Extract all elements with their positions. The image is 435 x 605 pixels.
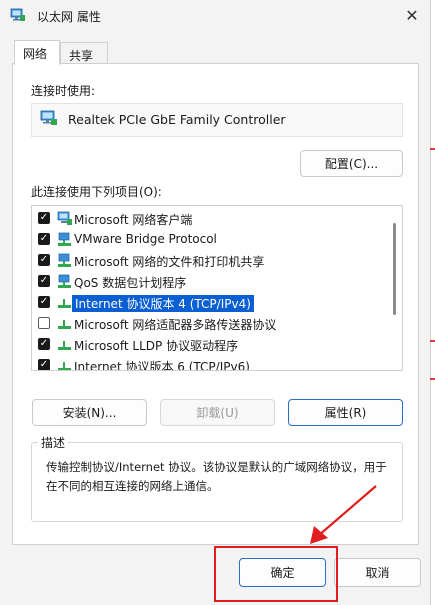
desktop-edge [430,0,435,605]
network-client-icon [57,211,72,225]
tab-sharing-label: 共享 [69,49,94,63]
edge-marker [430,378,435,380]
tab-network-label: 网络 [23,47,48,61]
protocol-icon [58,341,71,350]
item-checkbox[interactable] [38,317,50,329]
description-title: 描述 [38,434,69,451]
protocol-icon [58,299,71,308]
item-checkbox[interactable] [38,212,50,224]
annotation-arrow-icon [310,485,377,544]
edge-marker [430,340,435,342]
cancel-button[interactable]: 取消 [334,558,421,587]
item-label: Microsoft 网络适配器多路传送器协议 [74,318,277,332]
item-checkbox[interactable] [38,254,50,266]
window-title: 以太网 属性 [37,10,101,24]
list-item[interactable]: QoS 数据包计划程序 [32,271,394,292]
item-checkbox[interactable] [38,296,50,308]
list-item[interactable]: Microsoft 网络的文件和打印机共享 [32,250,394,271]
list-scrollbar[interactable] [393,223,396,315]
connect-using-label: 连接时使用: [31,84,96,98]
item-label: Internet 协议版本 6 (TCP/IPv6) [74,360,250,371]
item-label: Internet 协议版本 4 (TCP/IPv4) [72,295,254,312]
item-label: Microsoft 网络客户端 [74,213,193,227]
network-service-icon [58,274,71,288]
item-label: Microsoft 网络的文件和打印机共享 [74,255,265,269]
item-label: VMware Bridge Protocol [74,232,217,246]
network-service-icon [58,253,71,267]
tab-network[interactable]: 网络 [14,40,60,65]
properties-button[interactable]: 属性(R) [288,399,403,426]
list-item[interactable]: VMware Bridge Protocol [32,229,394,250]
item-checkbox[interactable] [38,233,50,245]
network-service-icon [58,232,71,246]
item-label: Microsoft LLDP 协议驱动程序 [74,339,239,353]
connection-items-list[interactable]: Microsoft 网络客户端 VMware Bridge Protocol M… [31,205,403,371]
network-adapter-icon [10,8,25,21]
list-item-selected[interactable]: Internet 协议版本 4 (TCP/IPv4) [32,292,394,313]
item-checkbox[interactable] [38,275,50,287]
item-checkbox[interactable] [38,338,50,350]
configure-button[interactable]: 配置(C)... [300,150,403,177]
protocol-icon [58,362,71,370]
adapter-name: Realtek PCIe GbE Family Controller [68,112,286,127]
network-adapter-icon [40,110,57,125]
annotation-highlight-box [214,546,338,602]
edge-marker [430,148,435,150]
item-checkbox[interactable] [38,359,50,370]
items-label: 此连接使用下列项目(O): [31,185,162,199]
tab-sharing[interactable]: 共享 [60,42,108,64]
close-button[interactable]: ✕ [398,2,426,28]
close-icon: ✕ [405,5,419,25]
protocol-icon [58,320,71,329]
item-label: QoS 数据包计划程序 [74,276,187,290]
list-item[interactable]: Microsoft LLDP 协议驱动程序 [32,334,394,355]
list-item[interactable]: Microsoft 网络客户端 [32,208,394,229]
uninstall-button[interactable]: 卸载(U) [160,399,275,426]
list-item[interactable]: Microsoft 网络适配器多路传送器协议 [32,313,394,334]
install-button[interactable]: 安装(N)... [32,399,147,426]
list-item[interactable]: Internet 协议版本 6 (TCP/IPv6) [32,355,394,371]
